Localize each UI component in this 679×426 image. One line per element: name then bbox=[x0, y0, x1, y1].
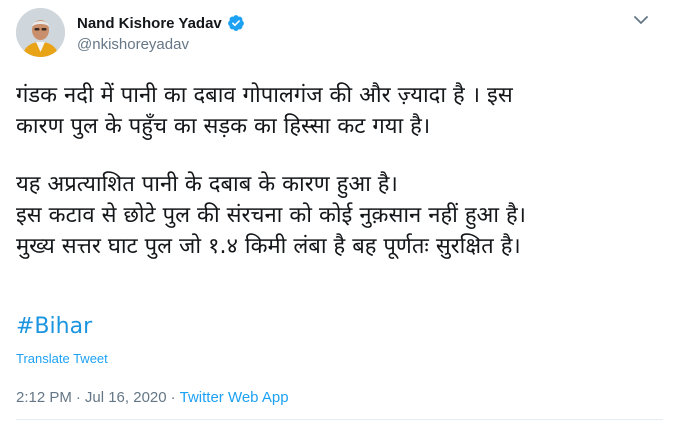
tweet-line: इस कटाव से छोटे पुल की संरचना को कोई नुक… bbox=[16, 203, 526, 228]
avatar-image bbox=[16, 8, 65, 57]
tweet-time[interactable]: 2:12 PM bbox=[16, 389, 72, 406]
meta-separator: · bbox=[75, 389, 81, 406]
divider bbox=[16, 419, 663, 420]
author-handle[interactable]: @nkishoreyadav bbox=[77, 36, 189, 53]
tweet-line: मुख्य सत्तर घाट पुल जो १.४ किमी लंबा है … bbox=[16, 234, 521, 259]
tweet-source-link[interactable]: Twitter Web App bbox=[180, 389, 289, 406]
tweet-line: गंडक नदी में पानी का दबाव गोपालगंज की और… bbox=[16, 83, 513, 108]
tweet-line: यह अप्रत्याशित पानी के दबाब के कारण हुआ … bbox=[16, 172, 398, 197]
meta-separator: · bbox=[170, 389, 176, 406]
tweet-card: Nand Kishore Yadav @nkishoreyadav गंडक न… bbox=[0, 0, 679, 426]
translate-tweet-link[interactable]: Translate Tweet bbox=[16, 351, 108, 366]
tweet-line: कारण पुल के पहुँच का सड़क का हिस्सा कट ग… bbox=[16, 114, 431, 139]
tweet-date[interactable]: Jul 16, 2020 bbox=[85, 389, 167, 406]
tweet-meta: 2:12 PM · Jul 16, 2020 · Twitter Web App bbox=[16, 389, 289, 406]
tweet-text: गंडक नदी में पानी का दबाव गोपालगंज की और… bbox=[16, 80, 666, 262]
author-name[interactable]: Nand Kishore Yadav bbox=[77, 15, 222, 32]
verified-badge-icon bbox=[227, 14, 245, 32]
chevron-down-icon[interactable] bbox=[631, 10, 651, 30]
author-row[interactable]: Nand Kishore Yadav bbox=[77, 14, 245, 32]
avatar[interactable] bbox=[16, 8, 65, 57]
hashtag-link[interactable]: #Bihar bbox=[16, 314, 92, 339]
